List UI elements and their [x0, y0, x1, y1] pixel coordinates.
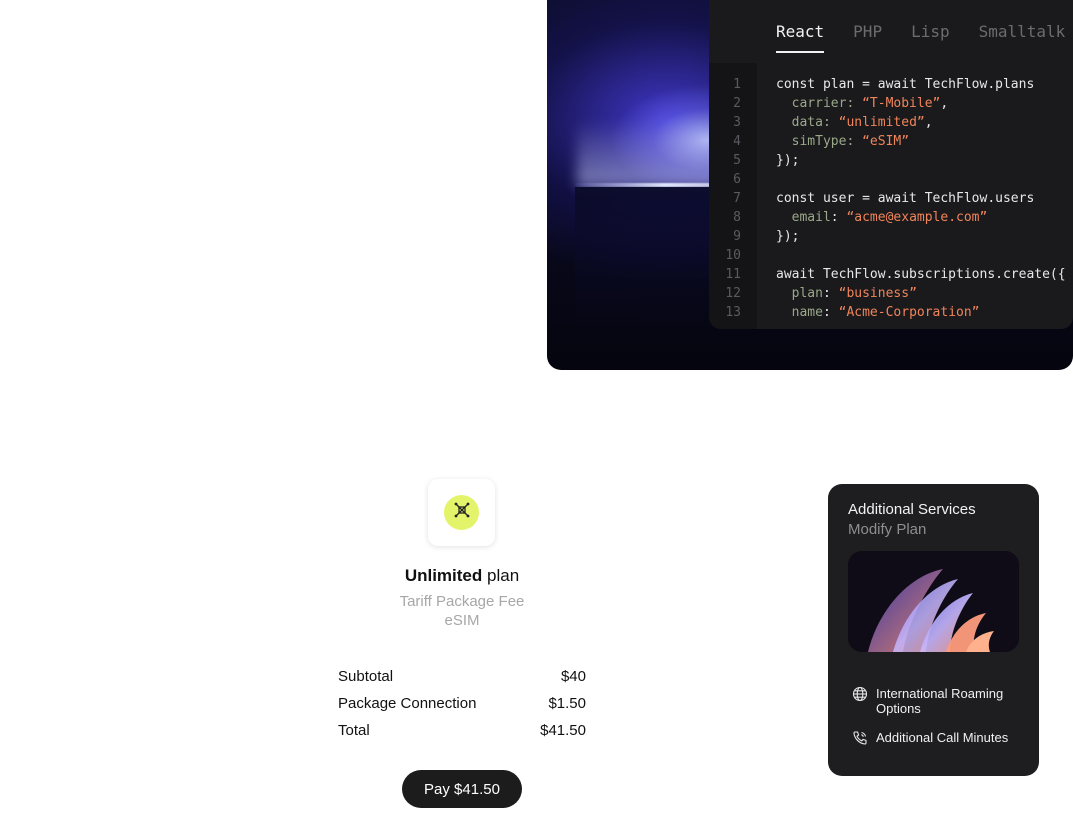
code-text: const user = await TechFlow.users	[776, 191, 1035, 206]
line-number: 6	[733, 172, 741, 187]
service-item-call-minutes[interactable]: Additional Call Minutes	[852, 730, 1032, 746]
code-key: data:	[776, 115, 839, 130]
line-number: 1	[733, 77, 741, 92]
modify-plan-link[interactable]: Modify Plan	[848, 521, 926, 538]
globe-icon	[852, 686, 868, 702]
line-number: 3	[733, 115, 741, 130]
line-number: 12	[725, 286, 741, 301]
code-text: :	[830, 210, 847, 225]
code-line: data: “unlimited”,	[776, 113, 1066, 132]
code-string: “unlimited”	[838, 115, 925, 130]
code-line: email: “acme@example.com”	[776, 208, 1066, 227]
summary-value: $41.50	[540, 722, 586, 739]
tab-lisp[interactable]: Lisp	[911, 22, 950, 53]
code-text: :	[822, 286, 839, 301]
services-illustration	[848, 551, 1019, 652]
code-line: const plan = await TechFlow.plans	[776, 75, 1066, 94]
summary-label: Package Connection	[338, 695, 477, 712]
summary-row-connection: Package Connection $1.50	[338, 695, 586, 722]
code-key: simType:	[776, 134, 863, 149]
code-panel: React PHP Lisp Smalltalk 1 2 3 4 5 6 7 8 9 10 11 12…	[709, 0, 1073, 329]
code-text: });	[776, 153, 800, 168]
plan-icon-badge	[444, 495, 479, 530]
code-string: “eSIM”	[862, 134, 910, 149]
code-key: carrier:	[776, 96, 863, 111]
summary-row-subtotal: Subtotal $40	[338, 668, 586, 695]
tab-smalltalk[interactable]: Smalltalk	[979, 22, 1066, 53]
summary-value: $1.50	[548, 695, 586, 712]
line-number: 5	[733, 153, 741, 168]
tab-react[interactable]: React	[776, 22, 825, 53]
plan-title-bold: Unlimited	[404, 566, 483, 585]
hero-light-glow	[577, 120, 727, 186]
code-text: });	[776, 229, 800, 244]
code-text: ,	[924, 115, 933, 130]
code-line: name: “Acme-Corporation”	[776, 303, 1066, 322]
code-line: });	[776, 151, 1066, 170]
code-line: carrier: “T-Mobile”,	[776, 94, 1066, 113]
summary-label: Total	[338, 722, 370, 739]
additional-services-card: Additional Services Modify Plan Internat…	[828, 484, 1039, 776]
code-key: plan	[776, 286, 823, 301]
code-text: :	[822, 305, 839, 320]
code-string: “acme@example.com”	[846, 210, 988, 225]
line-number: 8	[733, 210, 741, 225]
code-line: await TechFlow.subscriptions.create({	[776, 265, 1066, 284]
plan-subtitle-line2: eSIM	[444, 612, 480, 629]
plan-subtitle-line1: Tariff Package Fee	[399, 593, 525, 610]
plan-title: Unlimited plan	[338, 566, 586, 586]
pay-button[interactable]: Pay $41.50	[402, 770, 522, 808]
code-line: const user = await TechFlow.users	[776, 189, 1066, 208]
code-string: “T-Mobile”	[862, 96, 941, 111]
plan-title-rest: plan	[482, 566, 520, 585]
code-block: const plan = await TechFlow.plans carrie…	[776, 75, 1066, 322]
line-number: 2	[733, 96, 741, 111]
summary-label: Subtotal	[338, 668, 394, 685]
plan-subtitle: Tariff Package Fee eSIM	[338, 592, 586, 630]
code-text: const plan = await TechFlow.plans	[776, 77, 1035, 92]
services-title: Additional Services	[848, 501, 976, 518]
summary-value: $40	[560, 668, 586, 685]
summary-row-total: Total $41.50	[338, 722, 586, 749]
plan-icon-card	[428, 479, 495, 546]
phone-icon	[852, 730, 868, 746]
line-number: 10	[725, 248, 741, 263]
line-number: 7	[733, 191, 741, 206]
code-line: plan: “business”	[776, 284, 1066, 303]
line-number: 9	[733, 229, 741, 244]
code-text: await TechFlow.subscriptions.create({	[776, 267, 1066, 282]
network-nodes-icon	[454, 502, 470, 523]
code-string: “business”	[838, 286, 917, 301]
service-item-label: International Roaming Options	[876, 686, 1004, 716]
code-line: });	[776, 227, 1066, 246]
code-text: ,	[940, 96, 949, 111]
hero-code-showcase: React PHP Lisp Smalltalk 1 2 3 4 5 6 7 8 9 10 11 12…	[547, 0, 1073, 370]
code-line: simType: “eSIM”	[776, 132, 1066, 151]
code-key: name	[776, 305, 823, 320]
line-number: 13	[725, 305, 741, 320]
line-number: 4	[733, 134, 741, 149]
price-summary: Subtotal $40 Package Connection $1.50 To…	[338, 668, 586, 749]
line-number: 11	[725, 267, 741, 282]
language-tabs: React PHP Lisp Smalltalk	[776, 22, 1065, 53]
code-key: email	[776, 210, 831, 225]
code-string: “Acme-Corporation”	[838, 305, 980, 320]
service-item-label: Additional Call Minutes	[876, 730, 1009, 745]
tab-php[interactable]: PHP	[853, 22, 882, 53]
service-item-roaming[interactable]: International Roaming Options	[852, 686, 1032, 716]
line-numbers: 1 2 3 4 5 6 7 8 9 10 11 12 13	[709, 75, 741, 322]
